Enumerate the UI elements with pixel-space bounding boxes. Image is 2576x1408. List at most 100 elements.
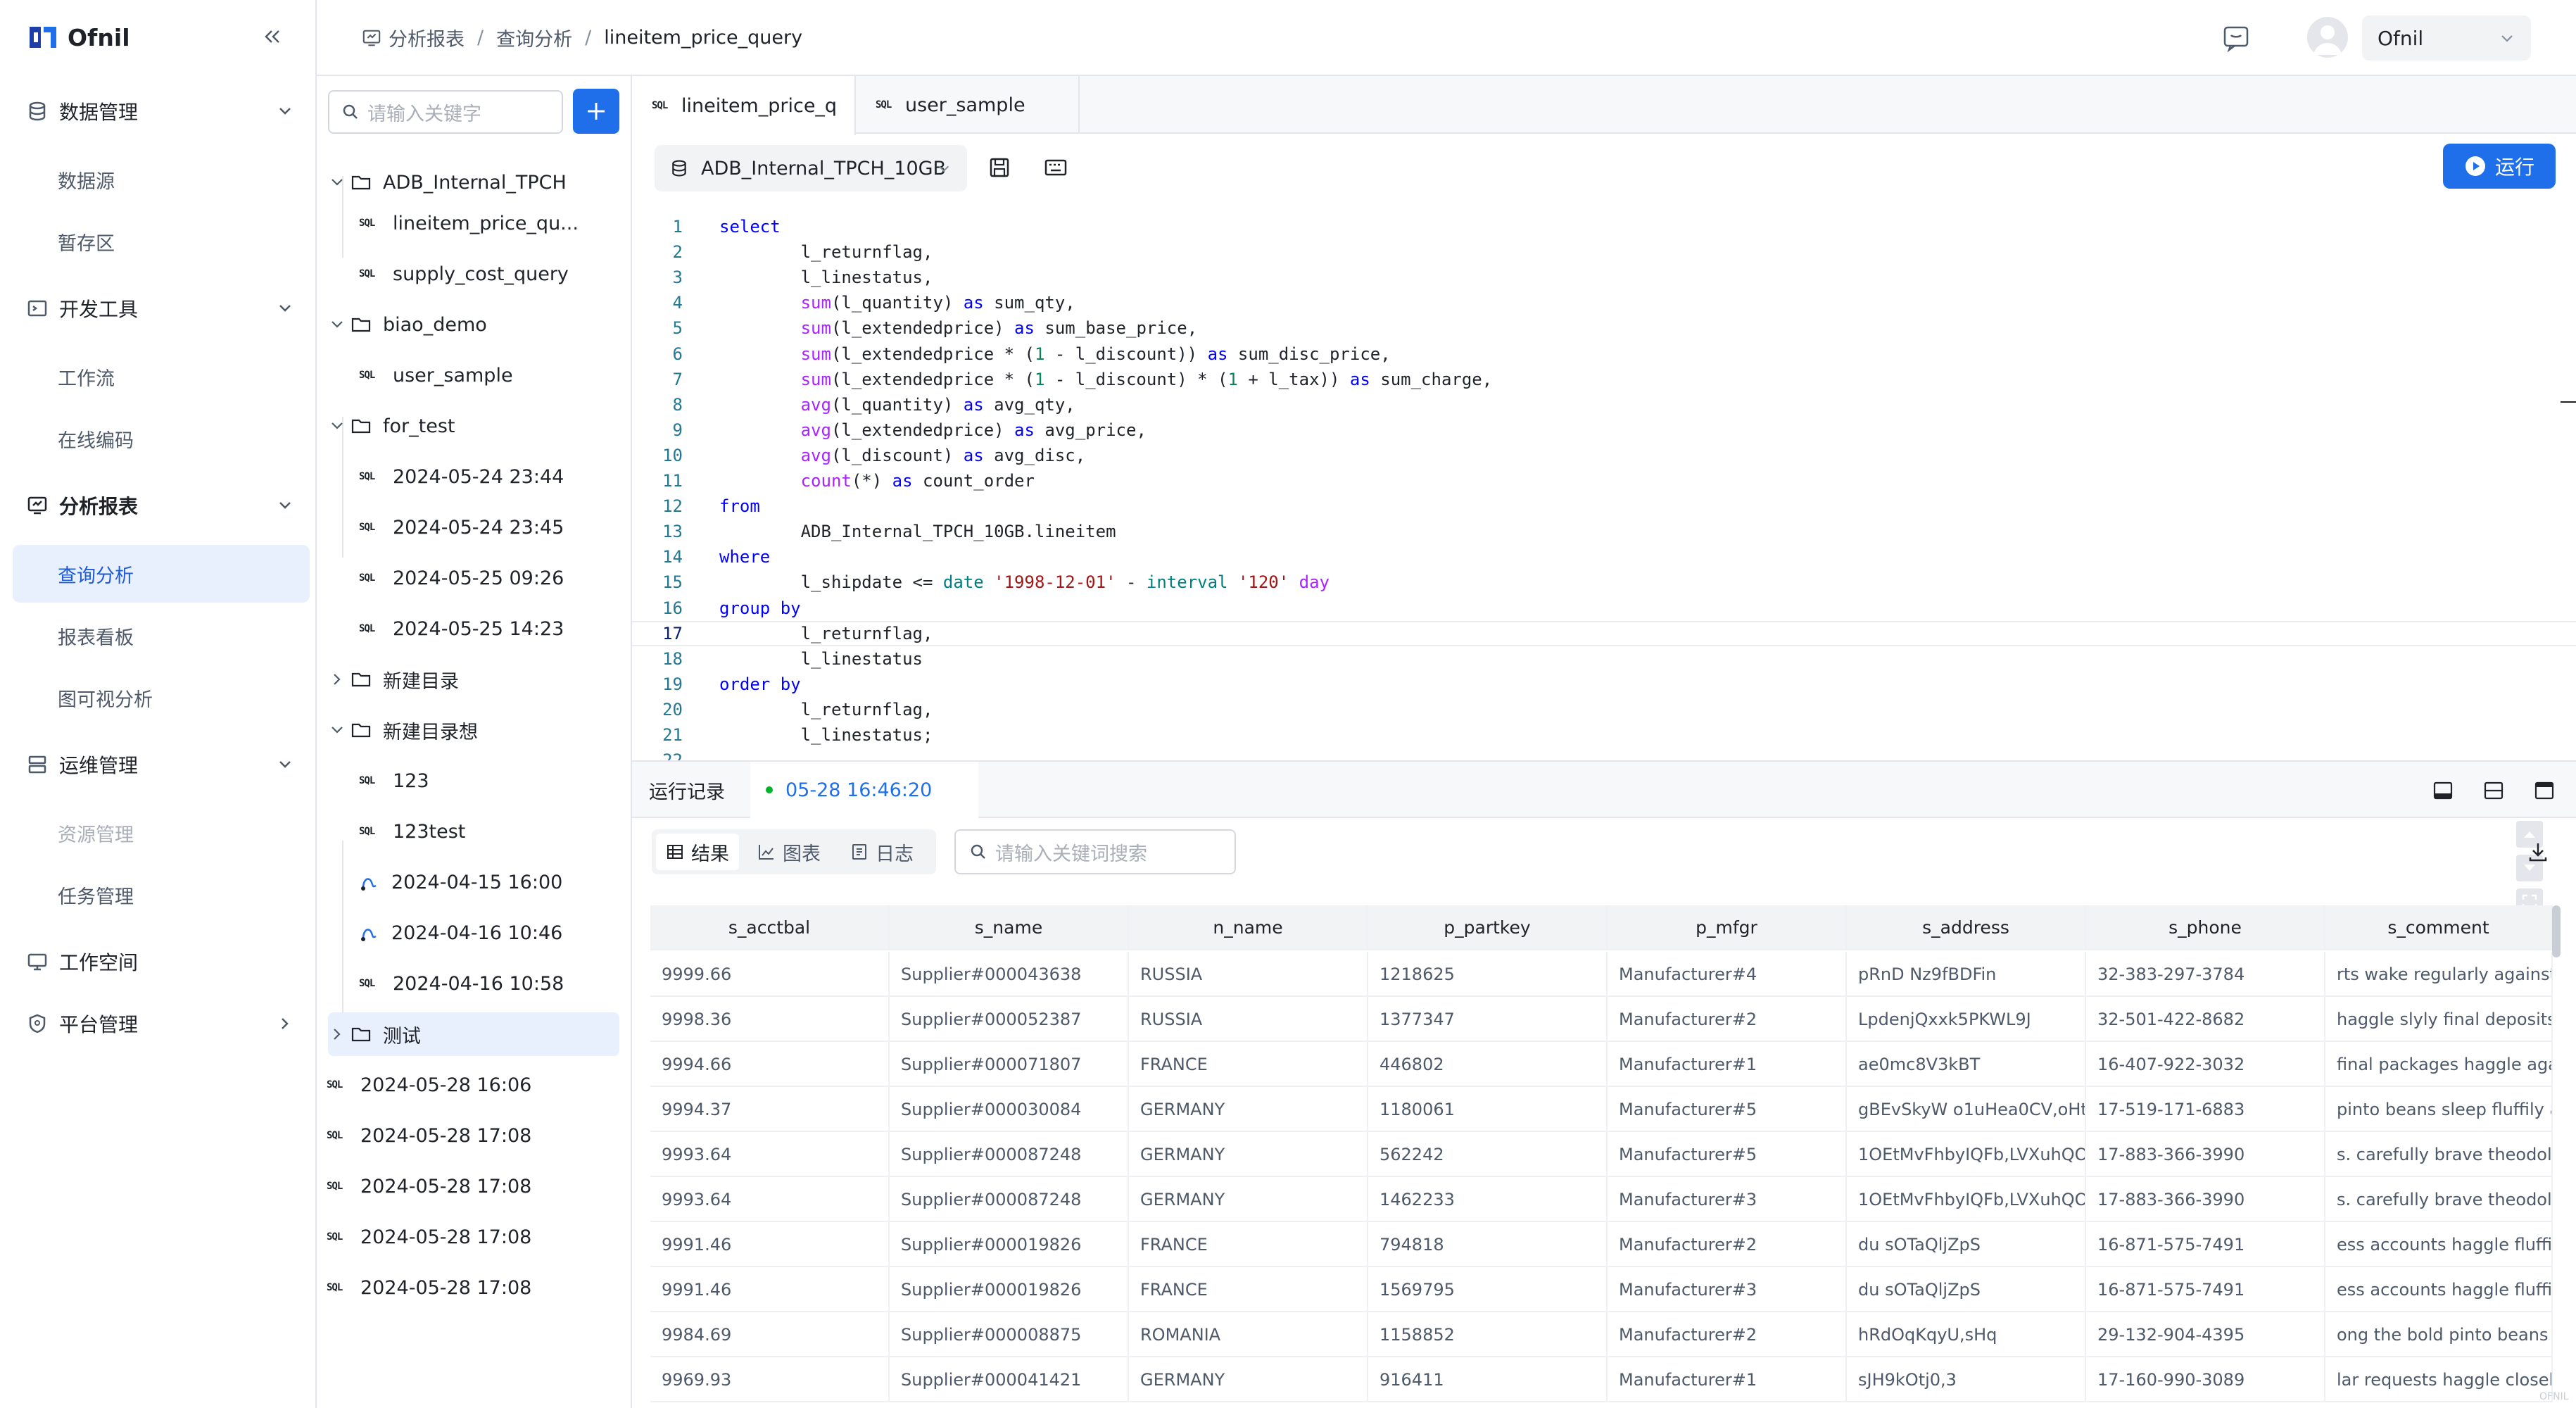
user-menu-select[interactable]: Ofnil [2362,15,2531,61]
table-scrollbar[interactable] [2552,905,2561,957]
tree-folder[interactable]: 新建目录想 [328,708,478,752]
code-line[interactable]: 4 sum(l_quantity) as sum_qty, [632,290,2576,315]
code-line[interactable]: 21 l_linestatus; [632,722,2576,748]
code-line[interactable]: 16 group by [632,596,2576,621]
layout-top-icon[interactable] [2534,780,2555,801]
column-header[interactable]: s_acctbal [650,905,890,950]
chevron-right-icon[interactable] [328,670,346,689]
column-header[interactable]: n_name [1129,905,1368,950]
code-line[interactable]: 1 select [632,214,2576,239]
tree-file[interactable]: SQL 2024-05-24 23:44 [359,455,564,498]
code-line[interactable]: 19 order by [632,672,2576,697]
run-button[interactable]: 运行 [2443,144,2556,189]
avatar[interactable] [2307,17,2348,58]
run-record-item[interactable]: 05-28 16:46:20 [750,762,979,818]
table-row[interactable]: 9969.93 Supplier#000041421 GERMANY 916411 Ma… [650,1357,2553,1402]
message-icon[interactable] [2221,23,2252,54]
code-line[interactable]: 2 l_returnflag, [632,239,2576,265]
table-row[interactable]: 9993.64 Supplier#000087248 GERMANY 1462233 M… [650,1177,2553,1222]
breadcrumb-item[interactable]: 分析报表 [389,24,465,51]
tree-folder[interactable]: 新建目录 [328,658,459,701]
code-line[interactable]: 8 avg(l_quantity) as avg_qty, [632,392,2576,417]
code-line[interactable]: 7 sum(l_extendedprice * (1 - l_discount)… [632,367,2576,392]
tree-file[interactable]: SQL 2024-04-16 10:58 [359,962,564,1005]
tree-folder[interactable]: for_test [328,404,455,448]
code-line[interactable]: 5 sum(l_extendedprice) as sum_base_price… [632,315,2576,341]
code-line[interactable]: 3 l_linestatus, [632,265,2576,290]
nav-item-online-coding[interactable]: 在线编码 [13,410,310,467]
code-line[interactable]: 10 avg(l_discount) as avg_disc, [632,443,2576,468]
tab-user-sample[interactable]: SQL user_sample [856,76,1080,134]
column-header[interactable]: p_partkey [1368,905,1608,950]
chevron-down-icon[interactable] [328,721,346,739]
table-row[interactable]: 9991.46 Supplier#000019826 FRANCE 794818 Man… [650,1222,2553,1267]
table-row[interactable]: 9991.46 Supplier#000019826 FRANCE 1569795 Ma… [650,1267,2553,1312]
code-line[interactable]: 9 avg(l_extendedprice) as avg_price, [632,417,2576,443]
tree-file[interactable]: 2024-04-15 16:00 [359,860,562,904]
tree-file[interactable]: SQL 2024-05-28 17:08 [327,1266,531,1309]
code-line[interactable]: 14 where [632,544,2576,570]
datasource-select[interactable]: ADB_Internal_TPCH_10GB [655,145,967,191]
tree-file[interactable]: SQL 2024-05-28 17:08 [327,1114,531,1157]
nav-item-resource-management[interactable]: 资源管理 [13,804,310,862]
tree-file[interactable]: SQL 2024-05-28 17:08 [327,1164,531,1208]
code-line[interactable]: 6 sum(l_extendedprice * (1 - l_discount)… [632,341,2576,367]
tree-file[interactable]: SQL 123 [359,759,429,803]
tree-file[interactable]: SQL 123test [359,810,465,853]
column-header[interactable]: s_phone [2086,905,2325,950]
tree-file[interactable]: SQL 2024-05-24 23:45 [359,505,564,549]
result-search-input[interactable]: 请输入关键词搜索 [954,829,1236,874]
chevron-right-icon[interactable] [328,1025,346,1043]
table-row[interactable]: 9999.66 Supplier#000043638 RUSSIA 1218625 Ma… [650,952,2553,997]
column-header[interactable]: s_name [890,905,1129,950]
tree-file[interactable]: 2024-04-16 10:46 [359,911,562,955]
tree-file[interactable]: SQL 2024-05-25 14:23 [359,607,564,650]
tree-file[interactable]: SQL 2024-05-28 17:08 [327,1215,531,1259]
nav-workspace[interactable]: 工作空间 [27,941,294,983]
nav-item-query-analysis[interactable]: 查询分析 [13,545,310,603]
tree-file[interactable]: SQL lineitem_price_qu... [359,201,579,245]
layout-split-icon[interactable] [2483,780,2504,801]
table-row[interactable]: 9993.64 Supplier#000087248 GERMANY 562242 Ma… [650,1132,2553,1177]
code-line[interactable]: 13 ADB_Internal_TPCH_10GB.lineitem [632,519,2576,544]
table-row[interactable]: 9984.69 Supplier#000008875 ROMANIA 1158852 M… [650,1312,2553,1357]
code-line[interactable]: 18 l_linestatus [632,646,2576,672]
format-keyboard-icon[interactable] [1043,155,1068,180]
code-line[interactable]: 12 from [632,494,2576,519]
tree-file[interactable]: SQL supply_cost_query [359,252,569,296]
nav-item-data-source[interactable]: 数据源 [13,151,310,208]
run-records-tab[interactable]: 运行记录 [649,762,725,818]
code-line[interactable]: 17 l_returnflag, [632,620,2576,646]
nav-group-ops[interactable]: 运维管理 [27,743,294,786]
nav-item-workflow[interactable]: 工作流 [13,348,310,406]
column-header[interactable]: s_address [1847,905,2086,950]
nav-item-report-board[interactable]: 报表看板 [13,607,310,665]
nav-item-staging[interactable]: 暂存区 [13,213,310,270]
column-header[interactable]: s_comment [2325,905,2553,950]
collapse-sidebar-icon[interactable] [259,24,284,49]
tab-log[interactable]: 日志 [840,834,923,870]
nav-group-analytics[interactable]: 分析报表 [27,484,294,527]
code-line[interactable]: 20 l_returnflag, [632,697,2576,722]
tree-folder[interactable]: biao_demo [328,303,487,346]
nav-item-task-management[interactable]: 任务管理 [13,866,310,924]
nav-platform[interactable]: 平台管理 [27,1002,294,1045]
tab-lineitem-price-query[interactable]: SQL lineitem_price_q [632,76,856,135]
sql-editor[interactable]: 1 select 2 l_returnflag, 3 l_linestatus, 4 s… [632,204,2576,770]
tree-file[interactable]: SQL user_sample [359,353,513,397]
nav-group-dev-tools[interactable]: 开发工具 [27,287,294,329]
column-header[interactable]: p_mfgr [1608,905,1847,950]
code-line[interactable]: 15 l_shipdate <= date '1998-12-01' - int… [632,570,2576,595]
table-row[interactable]: 9994.37 Supplier#000030084 GERMANY 1180061 M… [650,1087,2553,1132]
tree-file[interactable]: SQL 2024-05-25 09:26 [359,556,564,600]
add-button[interactable] [573,89,619,134]
nav-group-data-management[interactable]: 数据管理 [27,90,294,132]
download-icon[interactable] [2527,841,2549,863]
code-line[interactable]: 11 count(*) as count_order [632,468,2576,494]
tree-folder[interactable]: 测试 [328,1012,619,1056]
nav-item-graph-analysis[interactable]: 图可视分析 [13,669,310,727]
app-logo[interactable]: Ofnil [27,21,130,54]
tree-file[interactable]: SQL 2024-05-28 16:06 [327,1063,531,1107]
chevron-down-icon[interactable] [328,173,346,191]
tab-results[interactable]: 结果 [656,834,739,870]
